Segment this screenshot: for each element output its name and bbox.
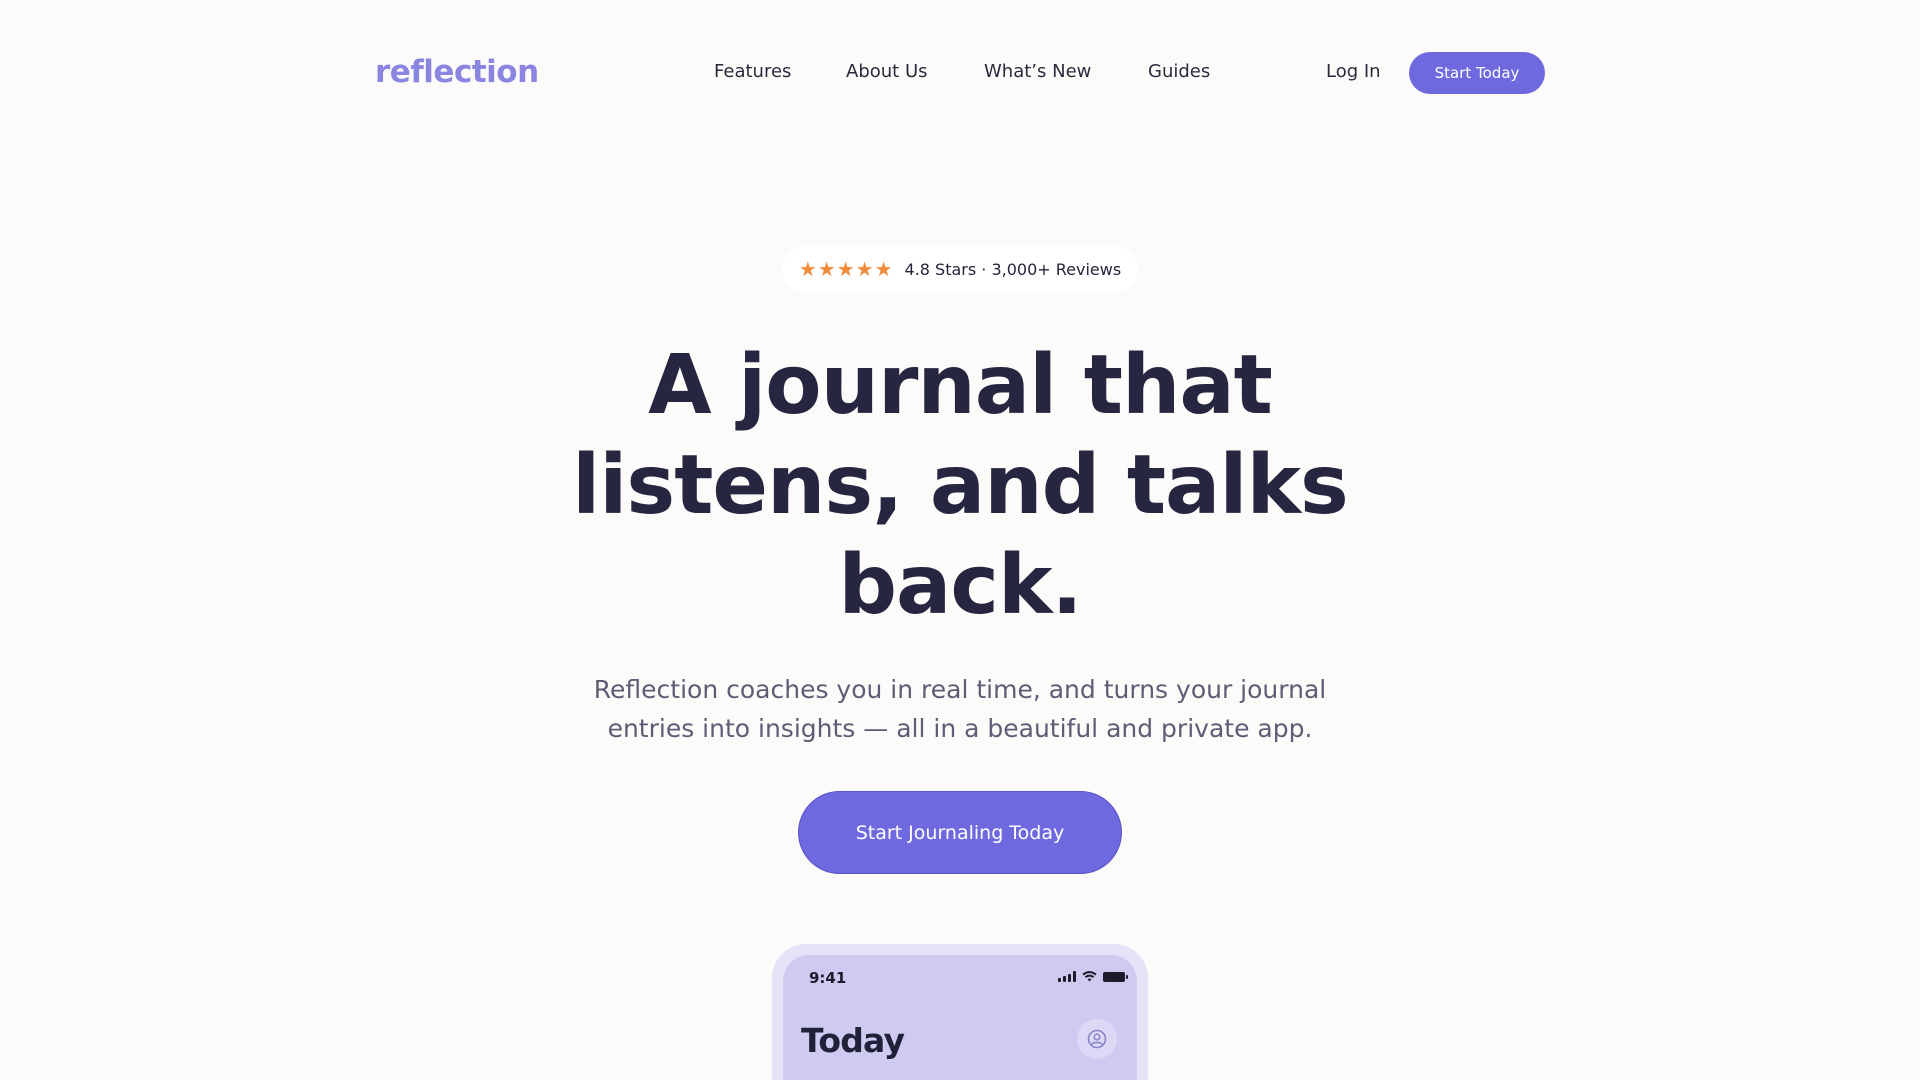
rating-badge: ★ ★ ★ ★ ★ 4.8 Stars · 3,000+ Reviews — [782, 246, 1138, 292]
top-nav: reflection Features About Us What’s New … — [0, 0, 1920, 146]
start-today-button[interactable]: Start Today — [1409, 52, 1545, 94]
phone-screen-title: Today — [801, 1021, 905, 1060]
nav-link-features[interactable]: Features — [714, 58, 791, 86]
brand-logo[interactable]: reflection — [375, 52, 539, 92]
headline-line: A journal that — [648, 338, 1273, 433]
wifi-icon — [1082, 971, 1097, 982]
subhead-line: Reflection coaches you in real time, and… — [593, 675, 1327, 704]
landing-page: reflection Features About Us What’s New … — [0, 0, 1920, 1080]
phone-mockup: 9:41 Today — [772, 944, 1148, 1080]
battery-icon — [1103, 971, 1128, 982]
star-icon: ★ — [836, 257, 855, 281]
signal-icon — [1058, 971, 1076, 982]
phone-screen: 9:41 Today — [783, 955, 1137, 1080]
star-icon: ★ — [855, 257, 874, 281]
rating-text: 4.8 Stars · 3,000+ Reviews — [904, 259, 1122, 279]
subhead-line: entries into insights — all in a beautif… — [607, 714, 1313, 743]
login-link[interactable]: Log In — [1326, 58, 1381, 86]
hero-subhead: Reflection coaches you in real time, and… — [560, 670, 1360, 748]
hero-headline: A journal that listens, and talks back. — [460, 336, 1460, 636]
star-icon: ★ — [817, 257, 836, 281]
profile-button[interactable] — [1077, 1019, 1117, 1059]
nav-link-about-us[interactable]: About Us — [846, 58, 928, 86]
nav-link-guides[interactable]: Guides — [1148, 58, 1210, 86]
start-journaling-button[interactable]: Start Journaling Today — [798, 791, 1122, 874]
nav-link-whats-new[interactable]: What’s New — [984, 58, 1091, 86]
star-icon: ★ — [874, 257, 893, 281]
star-icon: ★ — [798, 257, 817, 281]
status-time: 9:41 — [809, 969, 847, 987]
headline-line: listens, and talks — [572, 438, 1349, 533]
star-rating: ★ ★ ★ ★ ★ — [799, 259, 893, 279]
headline-line: back. — [838, 538, 1082, 633]
user-circle-icon — [1087, 1029, 1107, 1049]
status-icons — [1058, 971, 1128, 982]
